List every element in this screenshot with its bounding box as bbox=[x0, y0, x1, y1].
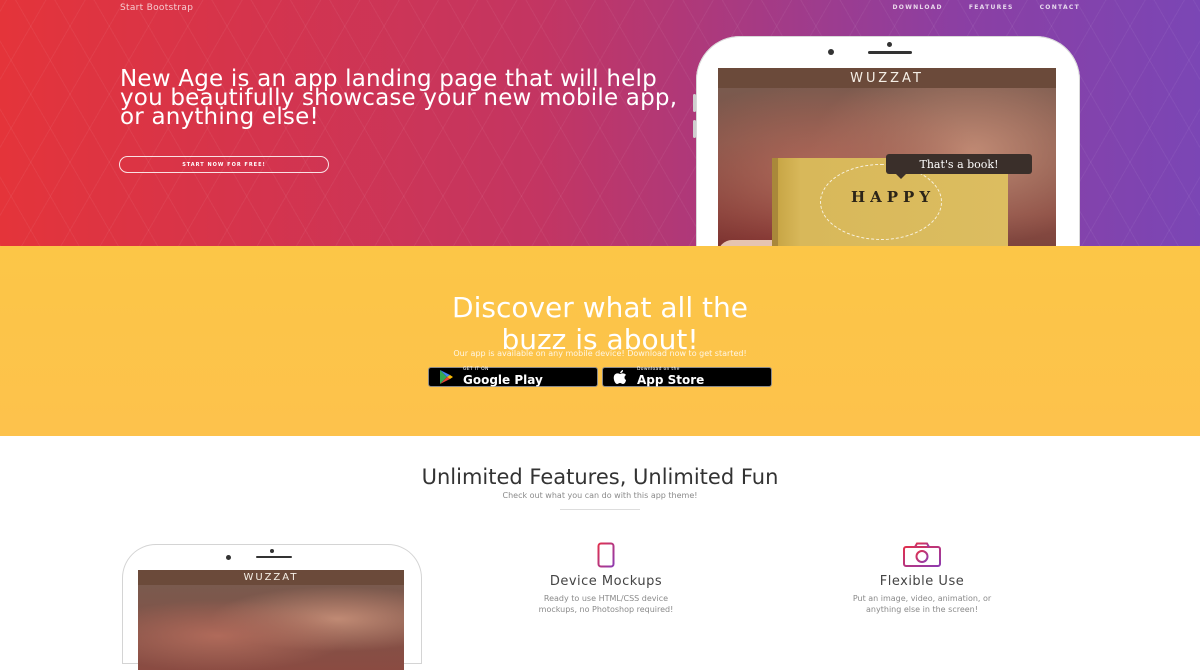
feature-description: Put an image, video, animation, or anyth… bbox=[792, 593, 1052, 615]
speech-bubble: That's a book! bbox=[886, 154, 1032, 179]
feature-description-line: Put an image, video, animation, or bbox=[852, 594, 992, 603]
phone-screen-small: WUZZAT bbox=[138, 570, 404, 670]
features-subtitle: Check out what you can do with this app … bbox=[502, 491, 698, 500]
camera-icon bbox=[792, 542, 1052, 568]
app-screen-photo-small bbox=[138, 585, 404, 670]
apple-icon bbox=[611, 369, 629, 385]
google-play-label: Google Play bbox=[463, 372, 543, 387]
feature-title: Device Mockups bbox=[549, 574, 663, 589]
hero-headline: New Age is an app landing page that will… bbox=[120, 66, 678, 130]
feature-device-mockups: Device Mockups Ready to use HTML/CSS dev… bbox=[476, 542, 736, 615]
download-title-line1: Discover what all the bbox=[452, 291, 748, 324]
feature-description-line: Ready to use HTML/CSS device bbox=[543, 594, 669, 603]
phone-camera bbox=[270, 549, 274, 553]
phone-sensor bbox=[828, 49, 834, 55]
features-title: Unlimited Features, Unlimited Fun bbox=[421, 465, 779, 489]
phone-camera bbox=[887, 42, 892, 47]
phone-speaker bbox=[868, 51, 912, 54]
feature-description-line: anything else in the screen! bbox=[866, 605, 978, 614]
start-now-button[interactable]: START NOW FOR FREE! bbox=[119, 156, 329, 173]
app-title-bar-small: WUZZAT bbox=[138, 570, 404, 585]
app-store-label: App Store bbox=[637, 372, 705, 387]
download-subtitle: Our app is available on any mobile devic… bbox=[453, 349, 747, 358]
feature-flexible-use: Flexible Use Put an image, video, animat… bbox=[792, 542, 1052, 615]
app-screen-photo: HAPPY That's a book! bbox=[718, 88, 1056, 246]
phone-screen: WUZZAT HAPPY That's a book! bbox=[718, 68, 1056, 246]
feature-description-line: mockups, no Photoshop required! bbox=[538, 605, 674, 614]
nav-link-features[interactable]: FEATURES bbox=[969, 4, 1014, 11]
google-play-icon bbox=[437, 369, 455, 385]
phone-sensor bbox=[226, 555, 231, 560]
download-title: Discover what all the buzz is about! bbox=[0, 292, 1200, 356]
download-section: Discover what all the buzz is about! Our… bbox=[0, 246, 1200, 436]
google-play-badge[interactable]: GET IT ON Google Play bbox=[428, 367, 598, 387]
book-title: HAPPY bbox=[850, 188, 936, 206]
section-divider bbox=[560, 509, 640, 510]
phone-icon bbox=[476, 542, 736, 568]
phone-mockup-small: WUZZAT bbox=[122, 544, 422, 670]
features-section: Unlimited Features, Unlimited Fun Check … bbox=[0, 436, 1200, 670]
feature-description: Ready to use HTML/CSS device mockups, no… bbox=[476, 593, 736, 615]
app-title-bar: WUZZAT bbox=[718, 68, 1056, 88]
nav-link-download[interactable]: DOWNLOAD bbox=[893, 4, 943, 11]
phone-speaker bbox=[256, 556, 292, 558]
brand-logo-link[interactable]: Start Bootstrap bbox=[120, 3, 193, 13]
phone-mockup: WUZZAT HAPPY That's a book! bbox=[693, 36, 1080, 246]
hero-section: Start Bootstrap DOWNLOAD FEATURES CONTAC… bbox=[0, 0, 1200, 246]
phone-volume-button bbox=[693, 120, 696, 138]
nav-link-contact[interactable]: CONTACT bbox=[1040, 4, 1080, 11]
main-nav: DOWNLOAD FEATURES CONTACT bbox=[893, 4, 1080, 11]
app-store-badge[interactable]: Download on the App Store bbox=[602, 367, 772, 387]
feature-title: Flexible Use bbox=[879, 574, 965, 589]
phone-volume-button bbox=[693, 94, 696, 112]
